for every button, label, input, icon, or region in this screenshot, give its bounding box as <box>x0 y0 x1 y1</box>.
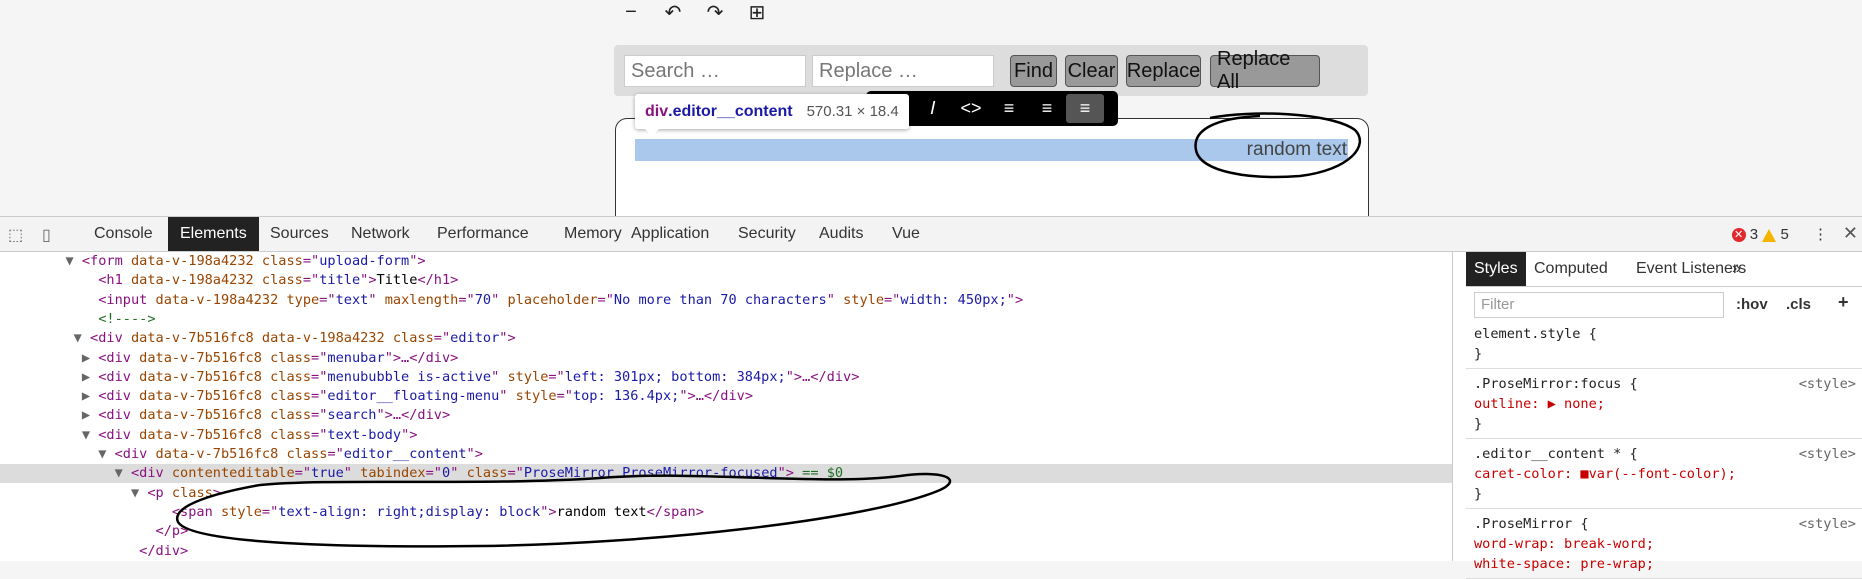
code-icon[interactable]: <> <box>952 94 990 123</box>
warning-icon <box>1762 228 1777 242</box>
styles-tab-0[interactable]: Styles <box>1466 252 1526 286</box>
tab-audits[interactable]: Audits <box>807 217 875 251</box>
replace-all-button[interactable]: Replace All <box>1210 48 1320 93</box>
dom-node[interactable]: ▼ <p class> <box>0 484 1452 503</box>
align-right-icon[interactable]: ≡ <box>1066 94 1104 123</box>
dom-node[interactable]: ▼ <div data-v-7b516fc8 class="text-body"… <box>0 426 1452 445</box>
styles-pane: Styles Computed Event Listeners» Filter :h… <box>1466 252 1862 579</box>
styles-tab-1[interactable]: Computed <box>1526 252 1616 286</box>
expand-arrow-icon[interactable]: ▶ <box>82 350 98 366</box>
rule-divider <box>1466 438 1862 439</box>
expand-arrow-icon[interactable]: ▼ <box>131 485 147 501</box>
tab-sources[interactable]: Sources <box>258 217 341 251</box>
tooltip-size: 570.31 × 18.4 <box>806 103 899 120</box>
expand-arrow-icon[interactable]: ▼ <box>82 427 98 443</box>
tab-security[interactable]: Security <box>726 217 808 251</box>
style-rule[interactable]: element.style {} <box>1474 324 1862 364</box>
redo-icon[interactable]: ↷ <box>702 0 728 25</box>
dom-node[interactable]: ▼ <div data-v-7b516fc8 class="editor__co… <box>0 445 1452 464</box>
error-icon: ✕ <box>1731 228 1746 243</box>
editor-text[interactable]: random text <box>1247 139 1347 161</box>
tab-elements[interactable]: Elements <box>168 217 259 251</box>
add-rule-button[interactable]: + <box>1838 292 1849 313</box>
expand-arrow-icon[interactable] <box>82 272 98 288</box>
page-viewport: − ↶ ↷ ⊞ Find Clear Replace Replace All r… <box>0 0 1862 230</box>
warning-count: 5 <box>1780 226 1789 243</box>
cls-toggle[interactable]: .cls <box>1786 296 1811 313</box>
dom-node[interactable]: ▼ <form data-v-198a4232 class="upload-fo… <box>0 252 1452 271</box>
inspect-highlight <box>635 139 1348 161</box>
dom-node[interactable]: </p> <box>0 522 1452 541</box>
dom-node[interactable]: </div> <box>0 542 1452 561</box>
expand-arrow-icon[interactable] <box>82 311 98 327</box>
expand-arrow-icon[interactable]: ▼ <box>74 330 90 346</box>
device-toolbar-icon[interactable]: ▯ <box>42 225 60 244</box>
expand-arrow-icon[interactable]: ▼ <box>98 446 114 462</box>
align-center-icon[interactable]: ≡ <box>1028 94 1066 123</box>
search-bar: Find Clear Replace Replace All <box>614 45 1368 96</box>
tooltip-class: .editor__content <box>668 102 793 120</box>
tab-console[interactable]: Console <box>82 217 165 251</box>
dom-node[interactable]: <h1 data-v-198a4232 class="title">Title<… <box>0 271 1452 290</box>
dom-node[interactable]: <!----> <box>0 310 1452 329</box>
rule-divider <box>1466 508 1862 509</box>
close-icon[interactable]: ✕ <box>1843 223 1858 244</box>
tab-application[interactable]: Application <box>619 217 721 251</box>
expand-arrow-icon[interactable] <box>123 543 139 559</box>
dom-node[interactable]: <span style="text-align: right;display: … <box>0 503 1452 522</box>
panel-divider[interactable] <box>1452 252 1453 561</box>
expand-arrow-icon[interactable]: ▶ <box>82 407 98 423</box>
expand-arrow-icon[interactable]: ▼ <box>65 253 81 269</box>
dom-node[interactable]: ▶ <div data-v-7b516fc8 class="editor__fl… <box>0 387 1452 406</box>
undo-icon[interactable]: ↶ <box>660 0 686 25</box>
replace-button[interactable]: Replace <box>1126 55 1201 87</box>
styles-tabbar: Styles Computed Event Listeners» <box>1466 252 1862 287</box>
inspect-tooltip: div .editor__content 570.31 × 18.4 <box>635 94 909 136</box>
styles-filter-input[interactable]: Filter <box>1474 292 1724 318</box>
more-options-icon[interactable]: ⋮ <box>1813 226 1828 243</box>
expand-arrow-icon[interactable]: ▶ <box>82 369 98 385</box>
tab-network[interactable]: Network <box>339 217 422 251</box>
error-count: 3 <box>1749 226 1759 243</box>
editor-content-box[interactable] <box>615 118 1369 230</box>
align-left-icon[interactable]: ≡ <box>990 94 1028 123</box>
style-rule[interactable]: .editor__content * { caret-color: ■var(-… <box>1474 444 1862 504</box>
find-button[interactable]: Find <box>1010 55 1057 87</box>
hov-toggle[interactable]: :hov <box>1736 296 1768 313</box>
style-rule[interactable]: .ProseMirror:focus { outline: ▶ none;} <s… <box>1474 374 1862 434</box>
devtools-tabbar: ⬚ ▯ Console Elements Sources Network Perform… <box>0 217 1862 252</box>
devtools-panel: ⬚ ▯ Console Elements Sources Network Perform… <box>0 216 1862 579</box>
tab-performance[interactable]: Performance <box>425 217 541 251</box>
replace-input[interactable] <box>812 55 994 87</box>
dom-tree[interactable]: ▼ <form data-v-198a4232 class="upload-fo… <box>0 252 1452 561</box>
expand-arrow-icon[interactable] <box>139 523 155 539</box>
table-icon[interactable]: ⊞ <box>744 0 770 25</box>
tab-vue[interactable]: Vue <box>880 217 932 251</box>
style-rule[interactable]: .ProseMirror { word-wrap: break-word; wh… <box>1474 514 1862 574</box>
expand-arrow-icon[interactable]: ▶ <box>82 388 98 404</box>
expand-arrow-icon[interactable] <box>156 504 172 520</box>
issue-badges[interactable]: ✕ 3 5 ⋮ <box>1731 225 1828 243</box>
expand-arrow-icon[interactable] <box>82 292 98 308</box>
search-input[interactable] <box>624 55 806 87</box>
dom-node[interactable]: ▶ <div data-v-7b516fc8 class="menububble… <box>0 368 1452 387</box>
dom-node[interactable]: <input data-v-198a4232 type="text" maxle… <box>0 291 1452 310</box>
expand-arrow-icon[interactable]: ▼ <box>115 465 131 481</box>
italic-icon[interactable]: 𝐼 <box>914 94 952 123</box>
clear-button[interactable]: Clear <box>1065 55 1118 87</box>
editor-menubar: − ↶ ↷ ⊞ <box>618 0 770 24</box>
dom-node[interactable]: ▶ <div data-v-7b516fc8 class="search">…<… <box>0 406 1452 425</box>
dom-node[interactable]: ▼ <div data-v-7b516fc8 data-v-198a4232 c… <box>0 329 1452 348</box>
styles-tab-3[interactable]: » <box>1724 252 1749 286</box>
minus-icon[interactable]: − <box>618 1 644 24</box>
dom-node[interactable]: ▼ <div contenteditable="true" tabindex="… <box>0 464 1452 484</box>
tooltip-tag: div <box>645 102 669 120</box>
rule-divider <box>1466 368 1862 369</box>
dom-node[interactable]: ▶ <div data-v-7b516fc8 class="menubar">…… <box>0 349 1452 368</box>
inspect-element-icon[interactable]: ⬚ <box>8 225 26 244</box>
